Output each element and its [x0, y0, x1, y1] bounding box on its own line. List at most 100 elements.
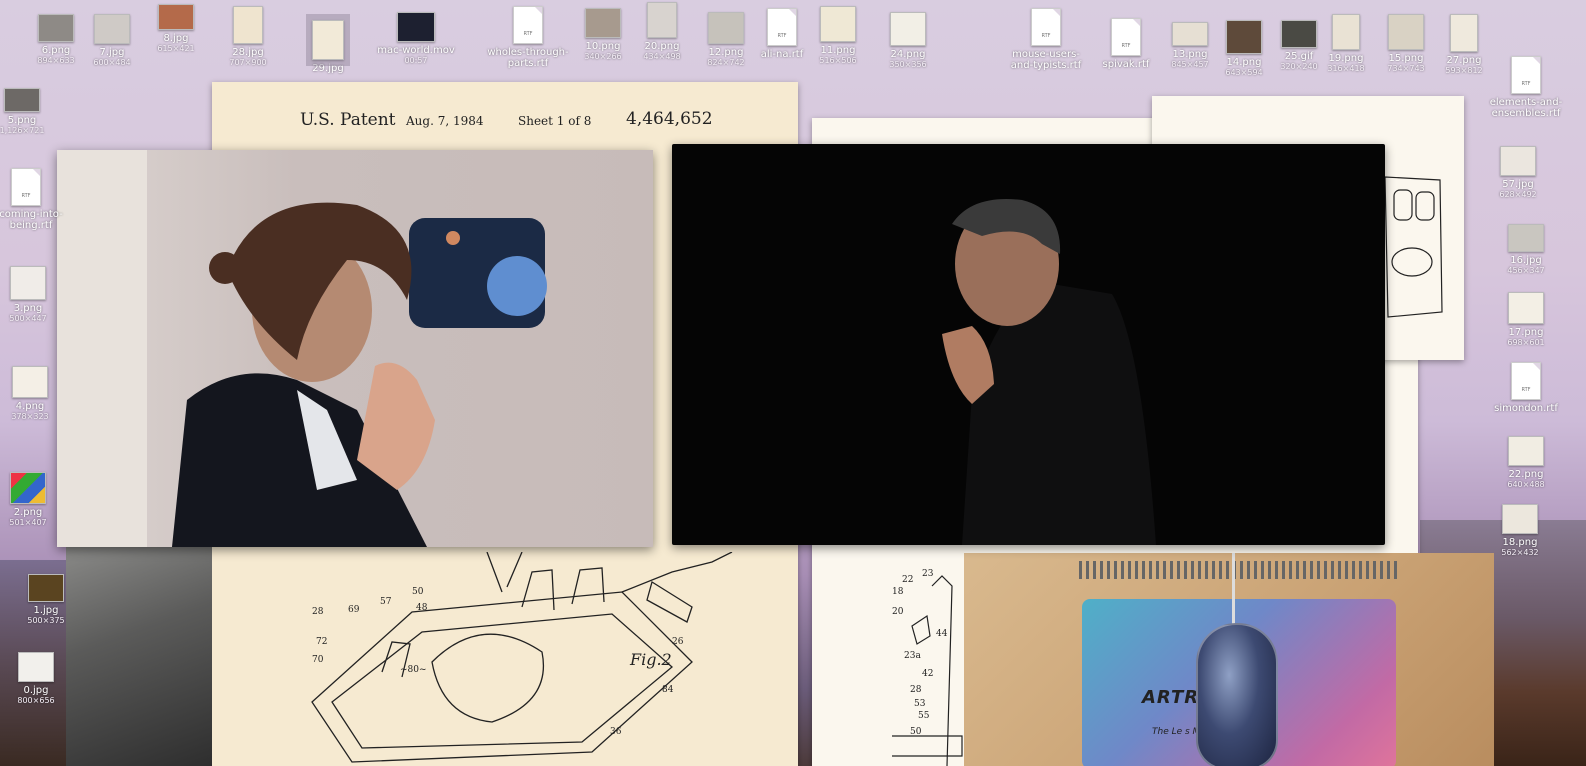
- patent-date: Aug. 7, 1984: [406, 114, 484, 128]
- icon-label: 11.png: [820, 45, 856, 56]
- video-thumbnail-icon: [397, 12, 435, 42]
- svg-text:~80~: ~80~: [400, 665, 427, 675]
- svg-text:36: 36: [610, 727, 622, 737]
- patent-number: 4,464,652: [626, 109, 713, 129]
- desktop-icon[interactable]: mouse-users-and-typists.rtf: [1006, 8, 1086, 71]
- document-icon: [1031, 8, 1061, 46]
- svg-text:42: 42: [922, 669, 933, 679]
- desktop-icon[interactable]: 1.jpg 500×375: [6, 574, 86, 625]
- desktop-icon[interactable]: 57.jpg 628×492: [1478, 146, 1558, 199]
- svg-text:55: 55: [918, 711, 930, 721]
- image-thumbnail-icon: [890, 12, 926, 46]
- icon-label: wholes-through-parts.rtf: [487, 47, 569, 69]
- desktop-icon[interactable]: 28.jpg 707×900: [208, 6, 288, 67]
- woman-praying-scene: [57, 150, 547, 547]
- icon-label: 5.png: [7, 115, 37, 126]
- svg-text:70: 70: [312, 655, 324, 665]
- image-thumbnail-icon: [1226, 20, 1262, 54]
- document-icon: [513, 6, 543, 44]
- desktop-icon[interactable]: 8.jpg 615×421: [136, 4, 216, 53]
- icon-label: 3.png: [13, 303, 43, 314]
- svg-text:18: 18: [892, 587, 904, 597]
- svg-text:23: 23: [922, 569, 934, 579]
- svg-text:48: 48: [416, 603, 428, 613]
- svg-text:26: 26: [672, 637, 684, 647]
- image-thumbnail-icon: [10, 266, 46, 300]
- icon-label: 16.jpg: [1510, 255, 1542, 266]
- icon-dims: 501×407: [9, 518, 47, 527]
- image-thumbnail-icon: [1502, 504, 1538, 534]
- patent-drawing-3: [1384, 176, 1443, 318]
- desktop-icon[interactable]: 24.png 350×356: [868, 12, 948, 69]
- icon-label: coming-into-being.rtf: [0, 209, 63, 231]
- svg-text:72: 72: [316, 637, 327, 647]
- image-thumbnail-icon: [306, 14, 350, 66]
- icon-label: 22.png: [1508, 469, 1544, 480]
- icon-dims: 800×656: [17, 696, 55, 705]
- icon-dims: 500×375: [27, 616, 65, 625]
- desktop-icon[interactable]: mac-world.mov 00:57: [376, 12, 456, 65]
- document-icon: [1111, 18, 1141, 56]
- desktop-icon[interactable]: coming-into-being.rtf: [0, 168, 66, 231]
- icon-label: 18.png: [1502, 537, 1538, 548]
- patent-sheet: Sheet 1 of 8: [518, 114, 592, 128]
- icon-label: mac-world.mov: [377, 45, 455, 56]
- icon-label: 4.png: [15, 401, 45, 412]
- bw-photo-window[interactable]: [66, 547, 212, 766]
- desktop-icon[interactable]: simondon.rtf: [1486, 362, 1566, 414]
- patent-drawing-2: 22 23 18 20 44 23a 4228 53 55 50: [892, 569, 963, 766]
- icon-label: mouse-users-and-typists.rtf: [1010, 49, 1082, 71]
- image-thumbnail-icon: [1388, 14, 1424, 50]
- svg-text:50: 50: [412, 587, 424, 597]
- image-thumbnail-icon: [1172, 22, 1208, 46]
- svg-text:44: 44: [936, 629, 948, 639]
- icon-label: 17.png: [1508, 327, 1544, 338]
- svg-text:23a: 23a: [904, 651, 921, 661]
- desktop-icon-selected[interactable]: 29.jpg: [288, 14, 368, 74]
- presenter-praying-scene: [942, 199, 1156, 545]
- icon-dims: 562×432: [1501, 548, 1539, 557]
- desktop-icon[interactable]: 2.png 501×407: [0, 472, 68, 527]
- svg-text:84: 84: [662, 685, 674, 695]
- image-thumbnail-icon: [1500, 146, 1536, 176]
- image-thumbnail-icon: [1450, 14, 1478, 52]
- desktop-icon[interactable]: 4.png 378×323: [0, 366, 70, 421]
- desktop-icon[interactable]: 18.png 562×432: [1480, 504, 1560, 557]
- desktop-icon[interactable]: 0.jpg 800×656: [0, 652, 76, 705]
- icon-dims: 350×356: [889, 60, 927, 69]
- desktop-icon[interactable]: 3.png 500×447: [0, 266, 68, 323]
- icon-dims: 615×421: [157, 44, 195, 53]
- desktop-icon[interactable]: 11.png 516×506: [798, 6, 878, 65]
- mousepad-photo-window[interactable]: ARTRIX The Le s Multimedia: [964, 553, 1494, 766]
- svg-text:20: 20: [892, 607, 904, 617]
- desktop-icon[interactable]: 22.png 640×488: [1486, 436, 1566, 489]
- desktop: U.S. Patent Aug. 7, 1984 Sheet 1 of 8 4,…: [0, 0, 1586, 766]
- icon-label: 0.jpg: [23, 685, 49, 696]
- video-frame-right[interactable]: [672, 144, 1385, 545]
- image-thumbnail-icon: [10, 472, 46, 504]
- svg-text:50: 50: [910, 727, 922, 737]
- icon-dims: 600×484: [93, 58, 131, 67]
- svg-text:22: 22: [902, 575, 913, 585]
- image-thumbnail-icon: [18, 652, 54, 682]
- desktop-icon[interactable]: 17.png 698×601: [1486, 292, 1566, 347]
- desktop-icon[interactable]: wholes-through-parts.rtf: [487, 6, 569, 69]
- icon-label: 8.jpg: [163, 33, 189, 44]
- desktop-icon[interactable]: elements-and-ensembles.rtf: [1486, 56, 1566, 119]
- patent-mouse-drawing: 28 69 57 50 48 72 70 ~80~ 26 84 36: [311, 552, 733, 763]
- svg-text:57: 57: [380, 597, 392, 607]
- desktop-icon[interactable]: 5.png 1,126×721: [0, 88, 62, 135]
- svg-text:28: 28: [312, 607, 324, 617]
- image-thumbnail-icon: [94, 14, 130, 44]
- icon-dims: 1,126×721: [0, 126, 45, 135]
- patent-title: U.S. Patent: [300, 110, 396, 130]
- icon-label: elements-and-ensembles.rtf: [1489, 97, 1563, 119]
- icon-label: 24.png: [890, 49, 926, 60]
- desktop-icon[interactable]: 16.jpg 456×347: [1486, 224, 1566, 275]
- image-thumbnail-icon: [158, 4, 194, 30]
- image-thumbnail-icon: [1508, 224, 1544, 252]
- video-frame-left[interactable]: [57, 150, 653, 547]
- icon-dims: 378×323: [11, 412, 49, 421]
- image-thumbnail-icon: [647, 2, 677, 38]
- icon-dims: 707×900: [229, 58, 267, 67]
